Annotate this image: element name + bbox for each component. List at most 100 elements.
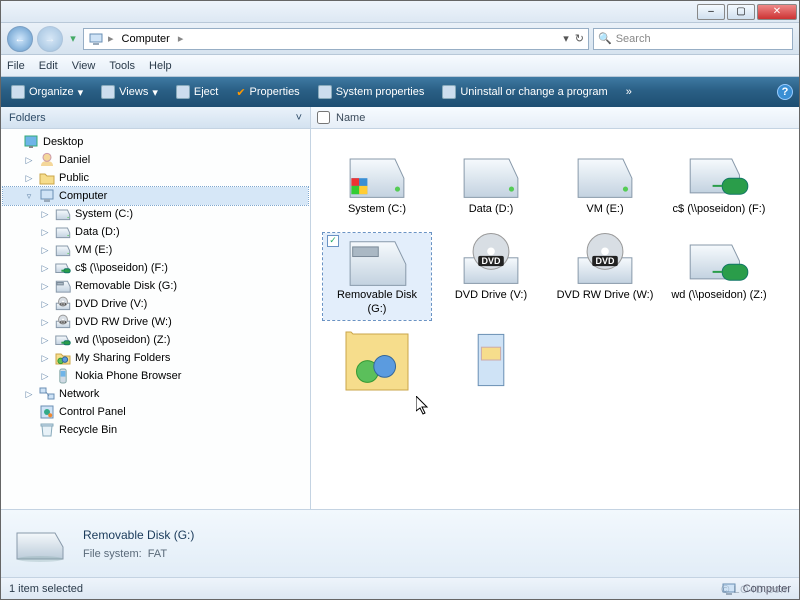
cmd-uninstall[interactable]: Uninstall or change a program [438, 83, 611, 101]
tree-node[interactable]: Control Panel [3, 403, 308, 421]
drive-item[interactable]: DVDDVD RW Drive (W:) [551, 233, 659, 321]
tree-node[interactable]: ▷Removable Disk (G:) [3, 277, 308, 295]
details-fs-label: File system: [83, 548, 142, 560]
drive-item[interactable] [437, 332, 545, 392]
tree-node[interactable]: ▿Computer [3, 187, 308, 205]
uninstall-icon [442, 85, 456, 99]
tree-label: DVD RW Drive (W:) [75, 316, 172, 328]
hdd-icon [55, 224, 71, 240]
tree-node[interactable]: ▷ c$ (\\poseidon) (F:) [3, 259, 308, 277]
tree-node[interactable]: ▷Daniel [3, 151, 308, 169]
drive-item[interactable]: Data (D:) [437, 147, 545, 221]
drive-item[interactable] [323, 332, 431, 392]
tree-label: c$ (\\poseidon) (F:) [75, 262, 168, 274]
drive-label: wd (\\poseidon) (Z:) [671, 289, 766, 303]
menu-edit[interactable]: Edit [39, 60, 58, 72]
tree-node[interactable]: ▷Data (D:) [3, 223, 308, 241]
cmd-overflow[interactable]: » [622, 84, 636, 100]
search-icon: 🔍 [598, 32, 612, 45]
tree-label: Network [59, 388, 99, 400]
tree-node[interactable]: ▷DVDDVD Drive (V:) [3, 295, 308, 313]
refresh-button[interactable]: ↻ [575, 32, 584, 45]
cmd-organize[interactable]: Organize▾ [7, 83, 87, 101]
watermark: © LO4D.com [721, 584, 790, 596]
col-name[interactable]: Name [336, 112, 365, 124]
minimize-button[interactable]: – [697, 4, 725, 20]
phone-icon [55, 368, 71, 384]
menu-help[interactable]: Help [149, 60, 172, 72]
netdrv-icon [687, 237, 751, 285]
netdrv-icon [687, 151, 751, 199]
details-pane: Removable Disk (G:) File system: FAT [1, 509, 799, 577]
desktop-icon [23, 134, 39, 150]
hdd-icon [55, 206, 71, 222]
chevron-down-icon[interactable]: ˅ [296, 112, 302, 124]
tree-node[interactable]: Desktop [3, 133, 308, 151]
drive-item[interactable]: System (C:) [323, 147, 431, 221]
tree-node[interactable]: ▷VM (E:) [3, 241, 308, 259]
tree-label: wd (\\poseidon) (Z:) [75, 334, 170, 346]
twisty-icon[interactable]: ▷ [39, 281, 51, 292]
twisty-icon[interactable]: ▷ [39, 371, 51, 382]
tree-node[interactable]: ▷DVDDVD RW Drive (W:) [3, 313, 308, 331]
cmd-views[interactable]: Views▾ [97, 83, 162, 101]
twisty-icon[interactable]: ▿ [23, 191, 35, 202]
tree-node[interactable]: ▷Public [3, 169, 308, 187]
tree-node[interactable]: Recycle Bin [3, 421, 308, 439]
twisty-icon[interactable]: ▷ [39, 209, 51, 220]
twisty-icon[interactable]: ▷ [39, 227, 51, 238]
menu-tools[interactable]: Tools [109, 60, 135, 72]
cmd-eject[interactable]: Eject [172, 83, 222, 101]
crumb-sep-icon[interactable]: ▸ [178, 32, 184, 45]
tree-node[interactable]: ▷ Network [3, 385, 308, 403]
details-name: Removable Disk (G:) [83, 528, 194, 542]
drive-item[interactable]: DVDDVD Drive (V:) [437, 233, 545, 321]
breadcrumb-computer[interactable]: Computer [118, 32, 174, 46]
maximize-button[interactable]: ▢ [727, 4, 755, 20]
twisty-icon[interactable]: ▷ [23, 155, 35, 166]
sidebar-header[interactable]: Folders ˅ [1, 107, 310, 129]
address-dropdown[interactable]: ▾ [563, 32, 569, 45]
twisty-icon[interactable]: ▷ [39, 299, 51, 310]
tree-node[interactable]: ▷My Sharing Folders [3, 349, 308, 367]
help-button[interactable]: ? [777, 84, 793, 100]
cmd-system-properties[interactable]: System properties [314, 83, 429, 101]
select-all-checkbox[interactable] [317, 111, 330, 124]
drive-label: Removable Disk (G:) [327, 289, 427, 317]
tree-node[interactable]: ▷Nokia Phone Browser [3, 367, 308, 385]
address-bar[interactable]: ▸ Computer ▸ ▾ ↻ [83, 28, 589, 50]
drive-item[interactable]: wd (\\poseidon) (Z:) [665, 233, 773, 321]
drive-grid: System (C:)Data (D:) VM (E:) c$ (\\poseido… [311, 129, 799, 509]
drive-label: DVD RW Drive (W:) [557, 289, 654, 303]
status-text: 1 item selected [9, 583, 83, 595]
menu-file[interactable]: File [7, 60, 25, 72]
bin-icon [39, 422, 55, 438]
hdd-icon [573, 151, 637, 199]
sidebar: Folders ˅ Desktop▷Daniel▷Public▿Computer… [1, 107, 311, 509]
crumb-sep-icon[interactable]: ▸ [108, 32, 114, 45]
drive-item[interactable]: VM (E:) [551, 147, 659, 221]
twisty-icon[interactable]: ▷ [39, 245, 51, 256]
tree-node[interactable]: ▷System (C:) [3, 205, 308, 223]
search-input[interactable]: 🔍 Search [593, 28, 793, 50]
drive-item[interactable]: c$ (\\poseidon) (F:) [665, 147, 773, 221]
column-header[interactable]: Name [311, 107, 799, 129]
twisty-icon[interactable]: ▷ [39, 263, 51, 274]
search-placeholder: Search [616, 33, 651, 45]
twisty-icon[interactable]: ▷ [39, 317, 51, 328]
main-pane: Name System (C:)Data (D:) VM (E:) c$ (\\po… [311, 107, 799, 509]
twisty-icon[interactable]: ▷ [39, 335, 51, 346]
tree-node[interactable]: ▷ wd (\\poseidon) (Z:) [3, 331, 308, 349]
history-dropdown[interactable]: ▾ [67, 32, 79, 45]
close-button[interactable]: ✕ [757, 4, 797, 20]
cmd-properties[interactable]: ✔Properties [232, 84, 303, 101]
drive-item[interactable]: ✓Removable Disk (G:) [323, 233, 431, 321]
twisty-icon[interactable]: ▷ [23, 389, 35, 400]
computer-icon [88, 31, 104, 47]
twisty-icon[interactable]: ▷ [39, 353, 51, 364]
forward-button[interactable]: → [37, 26, 63, 52]
drive-label: VM (E:) [586, 203, 623, 217]
twisty-icon[interactable]: ▷ [23, 173, 35, 184]
back-button[interactable]: ← [7, 26, 33, 52]
menu-view[interactable]: View [72, 60, 96, 72]
